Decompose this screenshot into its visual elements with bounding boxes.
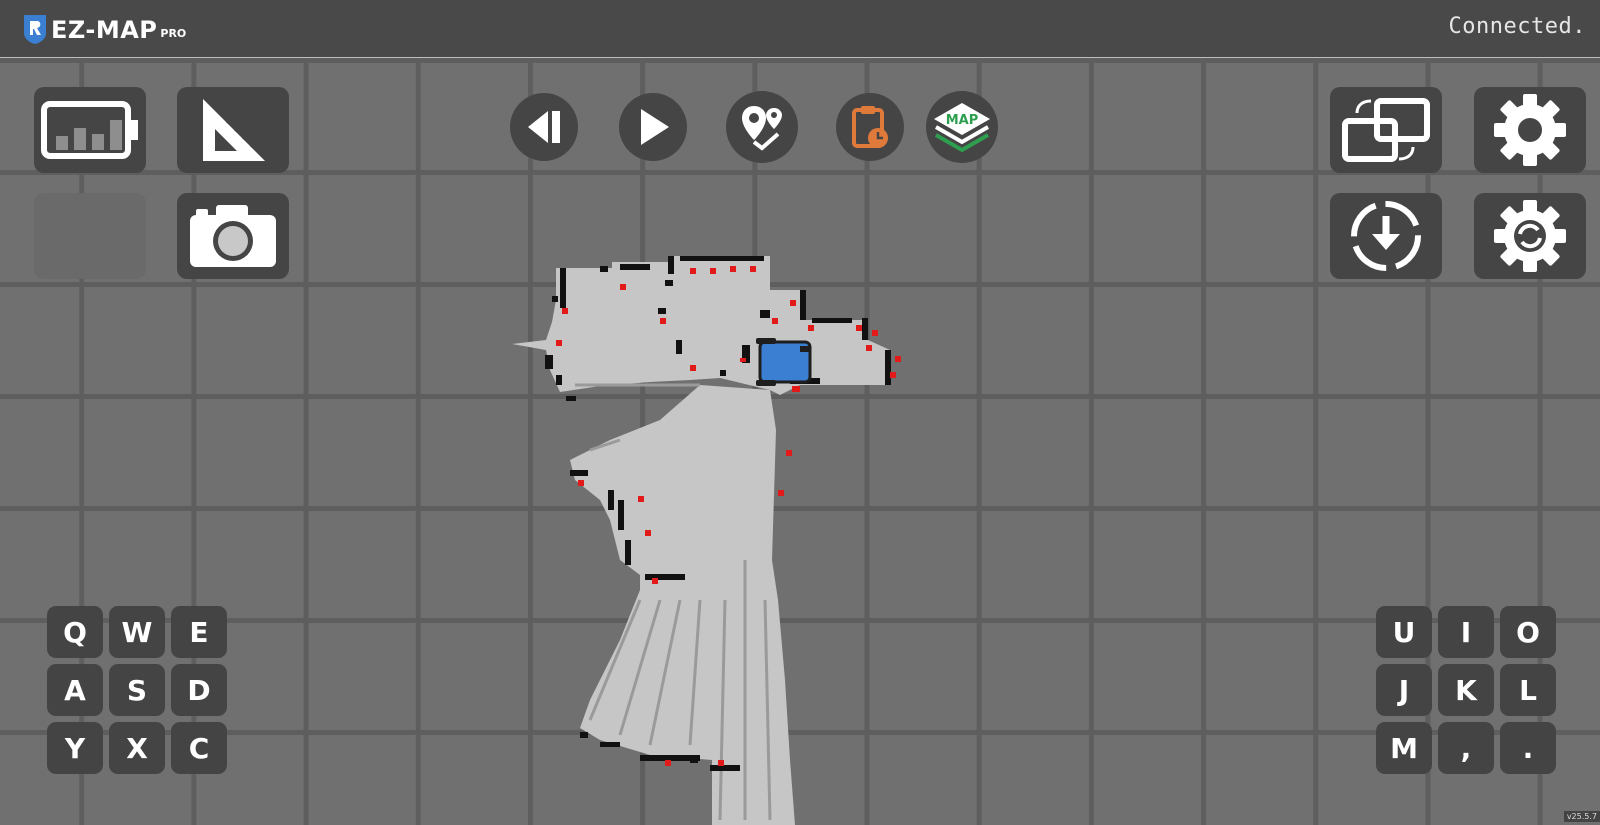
schedule-button[interactable] bbox=[836, 93, 904, 161]
key-a[interactable]: A bbox=[47, 664, 103, 716]
key-s[interactable]: S bbox=[109, 664, 165, 716]
empty-toolbar-slot bbox=[34, 193, 146, 279]
key-c[interactable]: C bbox=[171, 722, 227, 774]
app-logo: EZ-MAP PRO bbox=[22, 13, 186, 45]
switch-screens-button[interactable] bbox=[1330, 87, 1442, 173]
key-o[interactable]: O bbox=[1500, 606, 1556, 658]
map-layers-button[interactable]: MAP bbox=[926, 91, 998, 163]
key-y[interactable]: Y bbox=[47, 722, 103, 774]
play-button[interactable] bbox=[619, 93, 687, 161]
occupancy-map[interactable] bbox=[0, 58, 1600, 825]
battery-icon bbox=[41, 101, 138, 159]
battery-button[interactable] bbox=[34, 87, 146, 173]
camera-button[interactable] bbox=[177, 193, 289, 279]
key-x[interactable]: X bbox=[109, 722, 165, 774]
key-i[interactable]: I bbox=[1438, 606, 1494, 658]
waypoints-button[interactable] bbox=[726, 91, 798, 163]
map-layers-icon: MAP bbox=[934, 103, 990, 153]
map-layers-label: MAP bbox=[946, 113, 979, 128]
key-m[interactable]: M bbox=[1376, 722, 1432, 774]
ruler-triangle-icon bbox=[203, 99, 265, 161]
gear-sync-icon bbox=[1494, 200, 1566, 272]
robot-marker bbox=[756, 338, 812, 386]
download-circle-icon bbox=[1351, 201, 1421, 271]
step-back-icon bbox=[528, 111, 560, 143]
key-k[interactable]: K bbox=[1438, 664, 1494, 716]
step-back-button[interactable] bbox=[510, 93, 578, 161]
key-comma[interactable]: , bbox=[1438, 722, 1494, 774]
switch-screens-icon bbox=[1342, 98, 1430, 162]
key-w[interactable]: W bbox=[109, 606, 165, 658]
play-icon bbox=[641, 109, 669, 145]
key-l[interactable]: L bbox=[1500, 664, 1556, 716]
key-j[interactable]: J bbox=[1376, 664, 1432, 716]
key-d[interactable]: D bbox=[171, 664, 227, 716]
app-name: EZ-MAP bbox=[51, 16, 158, 44]
sync-settings-button[interactable] bbox=[1474, 193, 1586, 279]
logo-shield-icon bbox=[24, 15, 46, 44]
key-e[interactable]: E bbox=[171, 606, 227, 658]
top-bar: EZ-MAP PRO Connected. bbox=[0, 0, 1600, 58]
download-button[interactable] bbox=[1330, 193, 1442, 279]
key-period[interactable]: . bbox=[1500, 722, 1556, 774]
waypoints-icon bbox=[742, 106, 782, 151]
camera-icon bbox=[190, 205, 276, 267]
key-u[interactable]: U bbox=[1376, 606, 1432, 658]
clipboard-clock-icon bbox=[852, 106, 888, 148]
version-label: v25.5.7 bbox=[1563, 811, 1600, 822]
gear-icon bbox=[1494, 94, 1566, 166]
settings-button[interactable] bbox=[1474, 87, 1586, 173]
connection-status: Connected. bbox=[1448, 14, 1586, 39]
measure-button[interactable] bbox=[177, 87, 289, 173]
app-edition: PRO bbox=[160, 27, 187, 40]
key-q[interactable]: Q bbox=[47, 606, 103, 658]
